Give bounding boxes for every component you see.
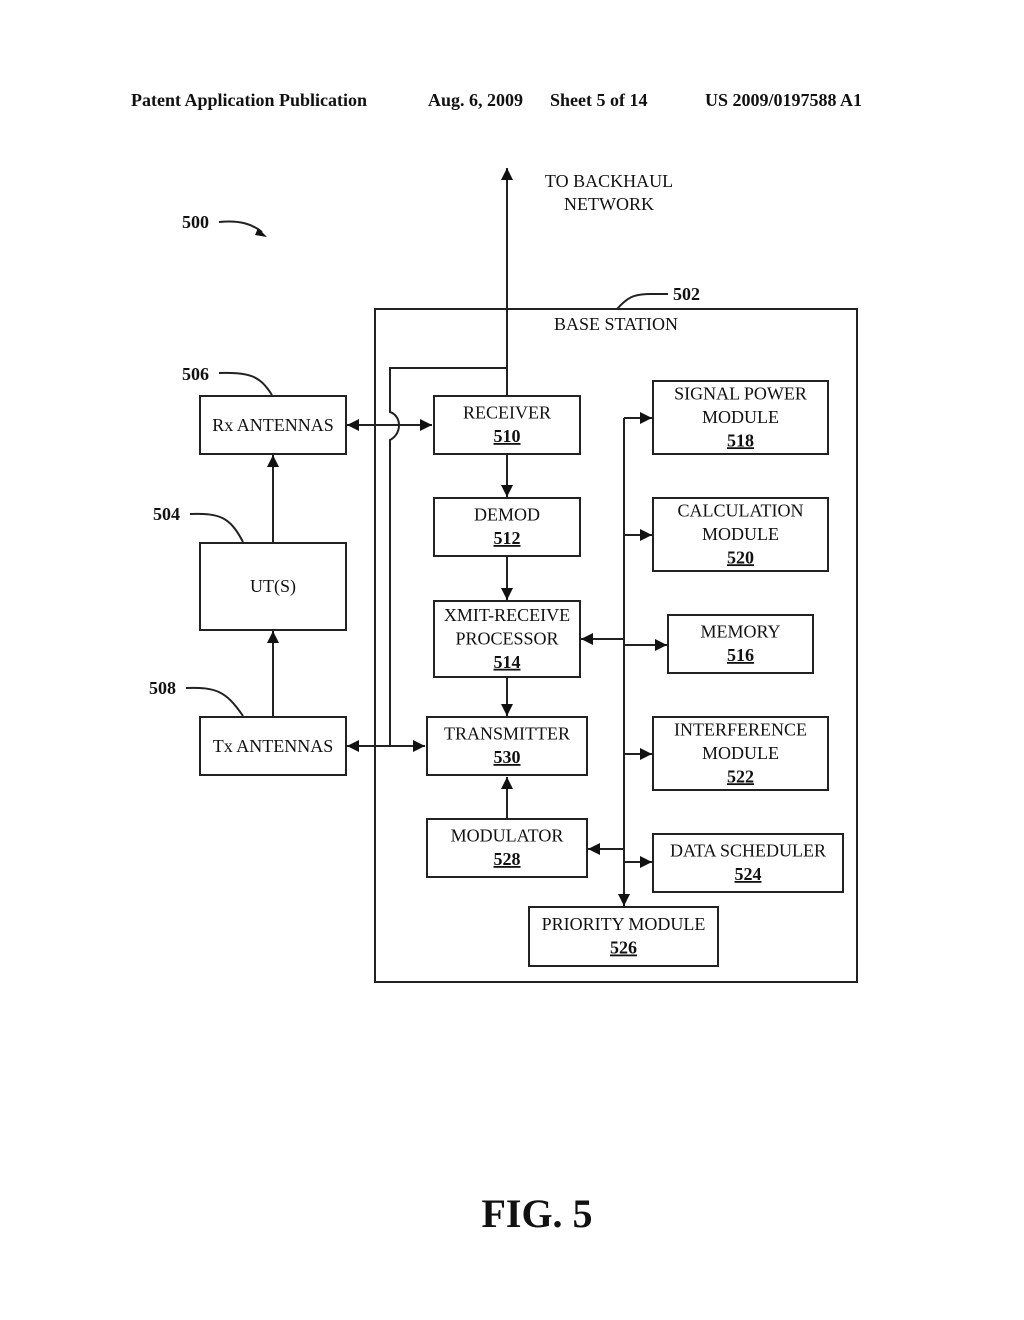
memory-ref: 516: [727, 645, 754, 665]
memory-label: MEMORY: [700, 622, 780, 642]
interference-label: INTERFERENCE: [674, 719, 807, 739]
base-station-ref: 502: [673, 284, 700, 304]
receiver-ref: 510: [494, 426, 521, 446]
priority-label: PRIORITY MODULE: [542, 914, 706, 934]
figure-caption: FIG. 5: [481, 1191, 593, 1236]
ref-506-leader: [218, 371, 273, 396]
modulator-ref: 528: [494, 849, 521, 869]
processor-block: XMIT-RECEIVE PROCESSOR 514: [433, 600, 581, 678]
scheduler-label: DATA SCHEDULER: [670, 841, 826, 861]
tx-antennas-block: Tx ANTENNAS: [199, 716, 347, 776]
priority-block: PRIORITY MODULE 526: [528, 906, 719, 967]
ut-ref: 504: [153, 504, 180, 524]
ref-504-leader: [189, 512, 244, 543]
interference-block: INTERFERENCE MODULE 522: [652, 716, 829, 791]
tx-antennas-label: Tx ANTENNAS: [213, 736, 334, 756]
rx-antennas-label: Rx ANTENNAS: [212, 415, 334, 435]
transmitter-ref: 530: [494, 747, 521, 767]
demod-ref: 512: [494, 528, 521, 548]
block-diagram: 500 TO BACKHAUL NETWORK BASE STATION 502…: [149, 168, 858, 983]
ut-label: UT(S): [250, 576, 296, 597]
signal-power-label: SIGNAL POWER: [674, 383, 807, 403]
demod-block: DEMOD 512: [433, 497, 581, 557]
demod-label: DEMOD: [474, 505, 540, 525]
transmitter-label: TRANSMITTER: [444, 724, 570, 744]
interference-ref: 522: [727, 766, 754, 786]
backhaul-label-line2: NETWORK: [564, 194, 654, 214]
priority-ref: 526: [610, 938, 637, 958]
scheduler-ref: 524: [735, 864, 762, 884]
ref-502-leader: [616, 293, 668, 310]
ut-block: UT(S): [199, 542, 347, 631]
backhaul-label-line1: TO BACKHAUL: [545, 171, 673, 191]
rx-antennas-ref: 506: [182, 364, 209, 384]
modulator-block: MODULATOR 528: [426, 818, 588, 878]
interference-label: MODULE: [702, 743, 779, 763]
calculation-block: CALCULATION MODULE 520: [652, 497, 829, 572]
modulator-label: MODULATOR: [451, 826, 564, 846]
receiver-block: RECEIVER 510: [433, 395, 581, 455]
signal-power-label: MODULE: [702, 407, 779, 427]
rx-antennas-block: Rx ANTENNAS: [199, 395, 347, 455]
receiver-label: RECEIVER: [463, 403, 551, 423]
calculation-label: MODULE: [702, 524, 779, 544]
scheduler-block: DATA SCHEDULER 524: [652, 833, 844, 893]
ref-500-leader: [218, 220, 263, 233]
tx-antennas-ref: 508: [149, 678, 176, 698]
memory-block: MEMORY 516: [667, 614, 814, 674]
signal-power-block: SIGNAL POWER MODULE 518: [652, 380, 829, 455]
base-station-label: BASE STATION: [554, 314, 678, 334]
signal-power-ref: 518: [727, 430, 754, 450]
transmitter-block: TRANSMITTER 530: [426, 716, 588, 776]
calculation-label: CALCULATION: [678, 500, 804, 520]
processor-label: PROCESSOR: [455, 628, 558, 648]
figure-ref-500: 500: [182, 212, 209, 232]
processor-ref: 514: [494, 652, 521, 672]
processor-label: XMIT-RECEIVE: [444, 605, 570, 625]
calculation-ref: 520: [727, 547, 754, 567]
ref-508-leader: [185, 686, 244, 717]
